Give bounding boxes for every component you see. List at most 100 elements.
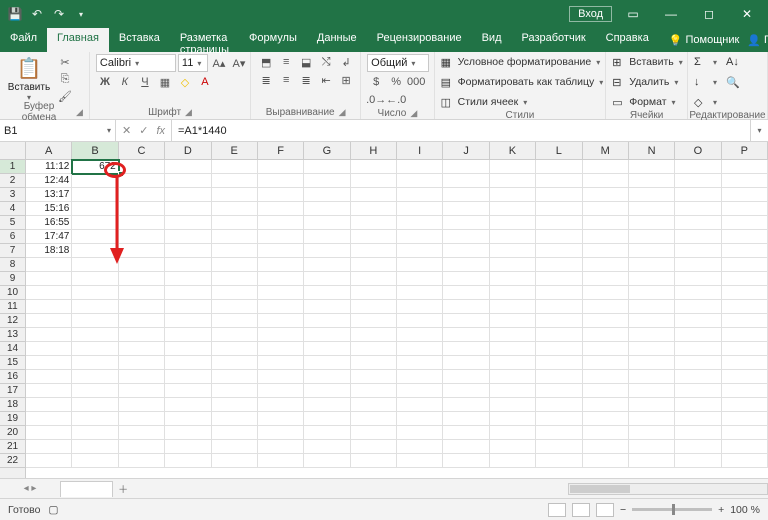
column-headers[interactable]: ABCDEFGHIJKLMNOP: [26, 142, 768, 160]
cell[interactable]: [629, 230, 675, 244]
cell[interactable]: [26, 342, 72, 356]
cell[interactable]: [583, 258, 629, 272]
cell[interactable]: [629, 426, 675, 440]
bold-icon[interactable]: Ж: [96, 74, 114, 90]
cell[interactable]: [490, 202, 536, 216]
cell[interactable]: [443, 258, 489, 272]
cell[interactable]: [351, 370, 397, 384]
cell[interactable]: [212, 356, 258, 370]
row-header[interactable]: 4: [0, 202, 25, 216]
cell[interactable]: [536, 216, 582, 230]
cell[interactable]: [675, 216, 721, 230]
close-icon[interactable]: ✕: [730, 3, 764, 25]
cell[interactable]: [26, 328, 72, 342]
cell[interactable]: [536, 286, 582, 300]
cell[interactable]: [490, 328, 536, 342]
cell[interactable]: [119, 328, 165, 342]
zoom-slider[interactable]: [632, 508, 712, 511]
cell[interactable]: [212, 426, 258, 440]
cell[interactable]: [675, 202, 721, 216]
copy-icon[interactable]: ⎘: [56, 71, 74, 87]
cell[interactable]: [72, 440, 118, 454]
cell[interactable]: [536, 244, 582, 258]
number-format-combo[interactable]: Общий▾: [367, 54, 429, 72]
cell[interactable]: [119, 440, 165, 454]
cell[interactable]: [583, 342, 629, 356]
cell[interactable]: 13:17: [26, 188, 72, 202]
cell[interactable]: [26, 440, 72, 454]
cell[interactable]: [258, 440, 304, 454]
col-header[interactable]: M: [583, 142, 629, 159]
cell[interactable]: [629, 174, 675, 188]
cell[interactable]: [536, 300, 582, 314]
cell[interactable]: [536, 398, 582, 412]
cell[interactable]: [72, 398, 118, 412]
cell[interactable]: [675, 412, 721, 426]
cell[interactable]: [165, 188, 211, 202]
cell[interactable]: [629, 286, 675, 300]
cell[interactable]: [119, 398, 165, 412]
enter-formula-icon[interactable]: ✓: [139, 124, 148, 137]
cell[interactable]: [583, 244, 629, 258]
cell[interactable]: [26, 454, 72, 468]
cell[interactable]: [443, 188, 489, 202]
cell[interactable]: [304, 314, 350, 328]
name-box[interactable]: B1▾: [0, 120, 116, 141]
cell[interactable]: [165, 272, 211, 286]
cell[interactable]: [536, 314, 582, 328]
cell[interactable]: [119, 174, 165, 188]
cell[interactable]: [119, 412, 165, 426]
col-header[interactable]: F: [258, 142, 304, 159]
percent-icon[interactable]: %: [387, 74, 405, 90]
cell[interactable]: [72, 454, 118, 468]
cell[interactable]: [304, 216, 350, 230]
row-header[interactable]: 11: [0, 300, 25, 314]
cell[interactable]: [675, 174, 721, 188]
cell[interactable]: [629, 454, 675, 468]
cell[interactable]: [629, 398, 675, 412]
col-header[interactable]: E: [212, 142, 258, 159]
cell[interactable]: [165, 328, 211, 342]
cell[interactable]: [675, 160, 721, 174]
zoom-in-icon[interactable]: +: [718, 504, 724, 516]
cell[interactable]: [397, 342, 443, 356]
cell[interactable]: [304, 412, 350, 426]
cell[interactable]: [536, 384, 582, 398]
cell[interactable]: [258, 342, 304, 356]
border-icon[interactable]: ▦: [156, 74, 174, 90]
cell[interactable]: [119, 370, 165, 384]
cell[interactable]: [583, 174, 629, 188]
cell[interactable]: [722, 426, 768, 440]
cell[interactable]: [629, 188, 675, 202]
merge-icon[interactable]: ⊞: [337, 72, 355, 88]
cell[interactable]: [72, 174, 118, 188]
cell[interactable]: [490, 272, 536, 286]
cell[interactable]: [351, 314, 397, 328]
cell[interactable]: [212, 412, 258, 426]
cell[interactable]: [722, 398, 768, 412]
font-color-icon[interactable]: A: [196, 74, 214, 90]
cell[interactable]: [490, 426, 536, 440]
dialog-launcher-icon[interactable]: ◢: [410, 108, 417, 119]
cell[interactable]: [583, 384, 629, 398]
cell[interactable]: [72, 202, 118, 216]
col-header[interactable]: G: [304, 142, 350, 159]
italic-icon[interactable]: К: [116, 74, 134, 90]
cell[interactable]: [304, 244, 350, 258]
cell[interactable]: [722, 216, 768, 230]
cell[interactable]: [304, 454, 350, 468]
cell[interactable]: [675, 356, 721, 370]
cell[interactable]: [629, 244, 675, 258]
row-header[interactable]: 3: [0, 188, 25, 202]
cell[interactable]: [443, 454, 489, 468]
cell[interactable]: [212, 454, 258, 468]
cell[interactable]: [165, 454, 211, 468]
cell[interactable]: [119, 258, 165, 272]
cell[interactable]: [443, 244, 489, 258]
cell[interactable]: [397, 216, 443, 230]
cell[interactable]: [119, 202, 165, 216]
cell[interactable]: [72, 244, 118, 258]
cell[interactable]: [443, 272, 489, 286]
cell[interactable]: [72, 188, 118, 202]
page-break-view-icon[interactable]: [596, 503, 614, 517]
